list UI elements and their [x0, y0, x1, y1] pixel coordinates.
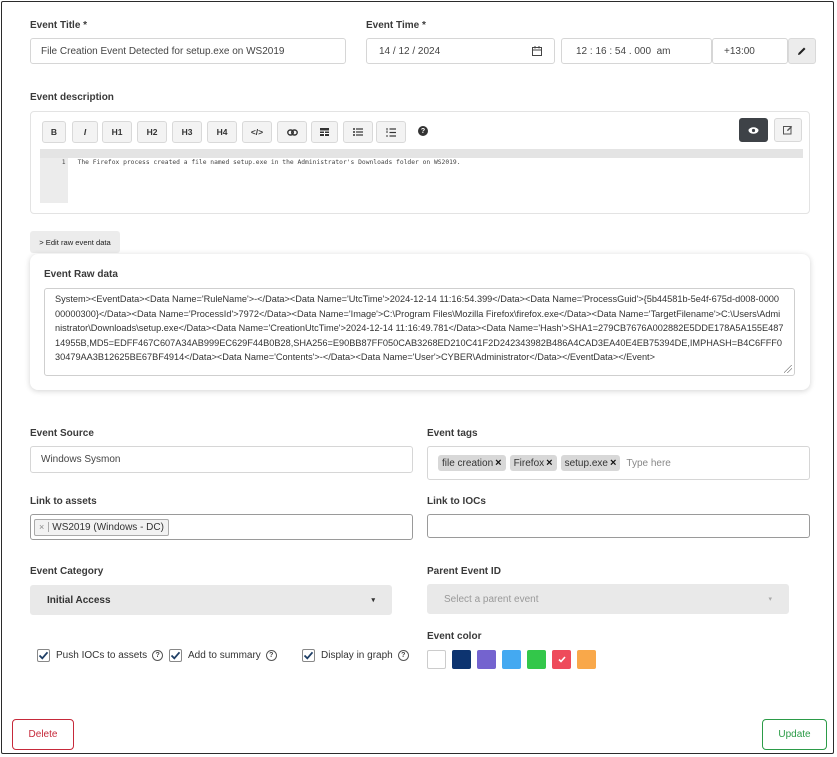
- event-source-label: Event Source: [30, 428, 94, 439]
- checkmark-icon: [302, 649, 315, 662]
- code-button[interactable]: </>: [242, 121, 272, 143]
- h3-button[interactable]: H3: [172, 121, 202, 143]
- preview-button[interactable]: [739, 118, 768, 142]
- check-icon: [557, 656, 566, 663]
- edit-icon: [783, 125, 793, 135]
- event-time-label: Event Time *: [366, 20, 426, 31]
- push-iocs-checkbox[interactable]: Push IOCs to assets ?: [37, 649, 164, 662]
- event-category-label: Event Category: [30, 566, 104, 577]
- remove-tag-icon[interactable]: ×: [610, 457, 616, 469]
- remove-tag-icon[interactable]: ×: [546, 457, 552, 469]
- table-icon: [320, 128, 329, 136]
- add-summary-label: Add to summary: [188, 650, 261, 661]
- tag-chip: file creation ×: [438, 455, 506, 471]
- timezone-input[interactable]: +13:00: [712, 38, 788, 64]
- checkmark-icon: [37, 649, 50, 662]
- raw-data-textarea[interactable]: System><EventData><Data Name='RuleName'>…: [44, 288, 795, 376]
- event-date-input[interactable]: 14 / 12 / 2024: [366, 38, 555, 64]
- timezone-value: +13:00: [724, 45, 755, 57]
- description-text: The Firefox process created a file named…: [77, 159, 461, 166]
- push-iocs-label: Push IOCs to assets: [56, 650, 148, 661]
- pencil-icon: [798, 47, 806, 55]
- line-number: 1: [61, 159, 66, 166]
- edit-raw-event-data-button[interactable]: > Edit raw event data: [30, 231, 120, 253]
- raw-data-label: Event Raw data: [44, 269, 118, 280]
- ordered-list-icon: [386, 127, 396, 137]
- add-summary-checkbox[interactable]: Add to summary ?: [169, 649, 277, 662]
- asset-chip: × WS2019 (Windows - DC): [34, 518, 169, 536]
- resize-grip-icon[interactable]: [784, 365, 792, 373]
- color-swatch-orange[interactable]: [577, 650, 596, 669]
- h1-button[interactable]: H1: [102, 121, 132, 143]
- raw-data-text: System><EventData><Data Name='RuleName'>…: [55, 294, 784, 363]
- event-title-label: Event Title *: [30, 20, 88, 31]
- event-color-label: Event color: [427, 631, 482, 642]
- ordered-list-button[interactable]: [376, 121, 406, 143]
- event-category-select[interactable]: Initial Access ▾: [30, 585, 392, 615]
- tag-label: setup.exe: [564, 457, 608, 469]
- link-icon: [286, 128, 298, 136]
- event-source-input[interactable]: Windows Sysmon: [30, 446, 413, 473]
- parent-event-placeholder: Select a parent event: [444, 593, 539, 605]
- h2-button[interactable]: H2: [137, 121, 167, 143]
- link-button[interactable]: [277, 121, 307, 143]
- color-swatch-red[interactable]: [552, 650, 571, 669]
- tag-label: Firefox: [513, 457, 545, 469]
- display-graph-checkbox[interactable]: Display in graph ?: [302, 649, 409, 662]
- h4-button[interactable]: H4: [207, 121, 237, 143]
- color-swatch-green[interactable]: [527, 650, 546, 669]
- bullet-list-button[interactable]: [343, 121, 373, 143]
- event-date-value: 14 / 12 / 2024: [379, 45, 441, 57]
- checkmark-icon: [169, 649, 182, 662]
- remove-asset-icon[interactable]: ×: [35, 522, 50, 532]
- color-swatch-white[interactable]: [427, 650, 446, 669]
- edit-mode-button[interactable]: [774, 118, 802, 142]
- caret-down-icon: ▾: [371, 597, 375, 604]
- update-button[interactable]: Update: [762, 719, 827, 750]
- display-graph-label: Display in graph: [321, 650, 393, 661]
- event-time-value: 12 : 16 : 54 . 000 am: [576, 45, 671, 57]
- eye-icon: [748, 126, 759, 134]
- calendar-icon[interactable]: [532, 46, 542, 56]
- help-icon[interactable]: ?: [397, 650, 409, 661]
- parent-event-select[interactable]: Select a parent event ▾: [427, 584, 789, 614]
- description-label: Event description: [30, 92, 114, 103]
- bullet-list-icon: [353, 128, 363, 136]
- help-icon[interactable]: ?: [152, 650, 164, 661]
- event-title-value: File Creation Event Detected for setup.e…: [41, 45, 285, 57]
- tag-label: file creation: [442, 457, 494, 469]
- event-time-input[interactable]: 12 : 16 : 54 . 000 am: [561, 38, 712, 64]
- event-source-value: Windows Sysmon: [41, 454, 121, 465]
- edit-timezone-button[interactable]: [788, 38, 816, 64]
- link-assets-input[interactable]: × WS2019 (Windows - DC): [30, 514, 413, 540]
- caret-down-icon: ▾: [768, 596, 772, 603]
- remove-tag-icon[interactable]: ×: [495, 457, 501, 469]
- table-button[interactable]: [311, 121, 338, 143]
- event-tags-label: Event tags: [427, 428, 478, 439]
- event-tags-input[interactable]: file creation × Firefox × setup.exe × Type …: [427, 446, 810, 480]
- event-category-value: Initial Access: [47, 594, 111, 606]
- help-icon[interactable]: ?: [265, 650, 277, 661]
- parent-event-label: Parent Event ID: [427, 566, 501, 577]
- bold-button[interactable]: B: [42, 121, 66, 143]
- link-iocs-label: Link to IOCs: [427, 496, 486, 507]
- link-iocs-input[interactable]: [427, 514, 810, 538]
- editor-line[interactable]: 1 The Firefox process created a file name…: [40, 149, 803, 166]
- color-swatch-blue[interactable]: [502, 650, 521, 669]
- asset-label: WS2019 (Windows - DC): [52, 521, 164, 533]
- tag-chip: setup.exe ×: [560, 455, 621, 471]
- tags-placeholder: Type here: [626, 457, 671, 469]
- delete-button[interactable]: Delete: [12, 719, 74, 750]
- italic-button[interactable]: I: [72, 121, 98, 143]
- editor-help-icon[interactable]: ?: [418, 126, 428, 136]
- color-swatch-navy[interactable]: [452, 650, 471, 669]
- link-assets-label: Link to assets: [30, 496, 97, 507]
- tag-chip: Firefox ×: [509, 455, 557, 471]
- event-title-input[interactable]: File Creation Event Detected for setup.e…: [30, 38, 346, 64]
- color-swatch-purple[interactable]: [477, 650, 496, 669]
